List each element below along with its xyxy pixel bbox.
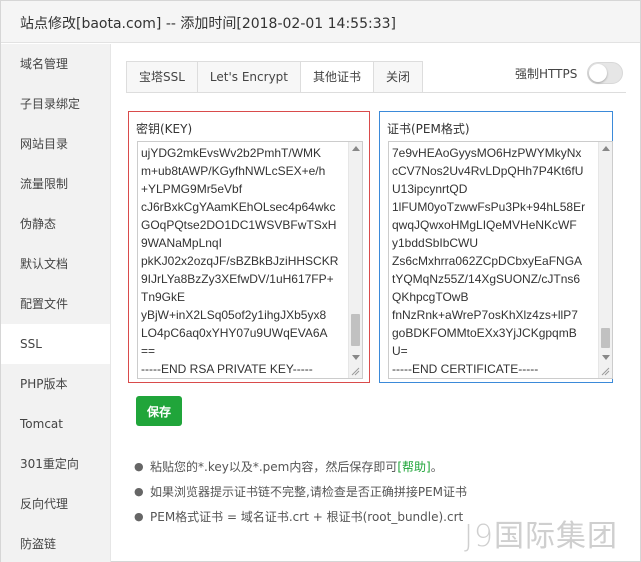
sidebar-item-php-version[interactable]: PHP版本 xyxy=(1,364,110,404)
tab-close[interactable]: 关闭 xyxy=(373,61,424,93)
textarea-line: cJ6rBxkCgYAamKEhOLsec4p64wkc xyxy=(141,200,336,214)
textarea-line: -----END CERTIFICATE----- xyxy=(392,362,539,376)
textarea-line: m+ub8tAWP/KGyfhNWLcSEX+e/h xyxy=(141,164,326,178)
cert-panel-label: 证书(PEM格式) xyxy=(387,122,470,136)
cert-textarea[interactable]: 7e9vHEAoGyysMO6HzPWYMkyNx cCV7Nos2Uv4RvLD… xyxy=(388,141,613,379)
tab-divider xyxy=(126,92,626,93)
bullet-icon: ● xyxy=(134,510,144,523)
scroll-thumb[interactable] xyxy=(601,328,610,348)
site-edit-dialog: 站点修改[baota.com] -- 添加时间[2018-02-01 14:55… xyxy=(0,0,641,562)
textarea-line: yBjW+inX2LSq05of2y1ihgJXb5yx8 xyxy=(141,308,327,322)
key-textarea[interactable]: ujYDG2mkEvsWv2b2PmhT/WMK m+ub8tAWP/KGyfhN… xyxy=(137,141,363,379)
sidebar-item-301-redirect[interactable]: 301重定向 xyxy=(1,444,110,484)
textarea-line: 1lFUM0yoTzwwFsPu3Pk+94hL58Er xyxy=(392,200,586,214)
cert-panel: 证书(PEM格式) 7e9vHEAoGyysMO6HzPWYMkyNx cCV7N… xyxy=(379,111,613,383)
tab-baota-ssl[interactable]: 宝塔SSL xyxy=(126,61,198,93)
sidebar-item-subdir-binding[interactable]: 子目录绑定 xyxy=(1,84,110,124)
resize-grip-icon[interactable] xyxy=(600,366,610,376)
key-scrollbar[interactable] xyxy=(348,142,362,378)
help-notes: ● 粘贴您的*.key以及*.pem内容，然后保存即可 [帮助]。 ● 如果浏览器… xyxy=(134,459,467,534)
textarea-line: goBDKFOMMtoEXx3YjJCKgpqmB xyxy=(392,326,577,340)
ssl-main-panel: 宝塔SSL Let's Encrypt 其他证书 关闭 强制HTTPS 密钥(K… xyxy=(112,44,640,562)
force-https-toggle[interactable] xyxy=(587,62,624,84)
note-pem-format: ● PEM格式证书 = 域名证书.crt + 根证书(root_bundle).… xyxy=(134,509,467,534)
textarea-line: U13ipcynrtQD xyxy=(392,182,468,196)
save-button[interactable]: 保存 xyxy=(136,396,182,426)
force-https-control: 强制HTTPS xyxy=(515,62,624,84)
note-pem-format-text: PEM格式证书 = 域名证书.crt + 根证书(root_bundle).cr… xyxy=(150,510,464,524)
textarea-line: U= xyxy=(392,344,408,358)
key-panel: 密钥(KEY) ujYDG2mkEvsWv2b2PmhT/WMK m+ub8tAW… xyxy=(128,111,370,383)
textarea-line: +YLPMG9Mr5eVbf xyxy=(141,182,243,196)
tab-lets-encrypt[interactable]: Let's Encrypt xyxy=(196,61,301,93)
note-paste: ● 粘贴您的*.key以及*.pem内容，然后保存即可 [帮助]。 xyxy=(134,459,467,484)
ssl-tabs: 宝塔SSL Let's Encrypt 其他证书 关闭 xyxy=(126,61,424,93)
textarea-line: ujYDG2mkEvsWv2b2PmhT/WMK xyxy=(141,146,322,160)
textarea-line: GOqPQtse2DO1DC1WSVBFwTSxH xyxy=(141,218,337,232)
cert-scrollbar[interactable] xyxy=(598,142,612,378)
note-chain: ● 如果浏览器提示证书链不完整,请检查是否正确拼接PEM证书 xyxy=(134,484,467,509)
sidebar-item-reverse-proxy[interactable]: 反向代理 xyxy=(1,484,110,524)
toggle-knob xyxy=(589,64,608,82)
scroll-up-arrow-icon[interactable] xyxy=(352,146,360,151)
note-chain-text: 如果浏览器提示证书链不完整,请检查是否正确拼接PEM证书 xyxy=(150,485,467,499)
textarea-line: tYQMqNz55Z/14XgSUONZ/cJTns6 xyxy=(392,272,581,286)
bullet-icon: ● xyxy=(134,485,144,498)
dialog-title: 站点修改[baota.com] -- 添加时间[2018-02-01 14:55… xyxy=(20,16,396,32)
watermark: J9国际集团 xyxy=(464,519,618,554)
sidebar-item-tomcat[interactable]: Tomcat xyxy=(1,404,110,444)
dialog-titlebar: 站点修改[baota.com] -- 添加时间[2018-02-01 14:55… xyxy=(1,1,640,43)
textarea-line: QKhpcgTOwB xyxy=(392,290,469,304)
textarea-line: 9WANaMpLnqI xyxy=(141,236,222,250)
sidebar-item-domain[interactable]: 域名管理 xyxy=(1,44,110,84)
textarea-line: Zs6cMxhrra062ZCpDCbxyEaFNGA xyxy=(392,254,583,268)
scroll-down-arrow-icon[interactable] xyxy=(602,355,610,360)
force-https-label: 强制HTTPS xyxy=(515,66,578,81)
scroll-thumb[interactable] xyxy=(351,314,360,346)
textarea-line: fnNzRnk+aWreP7osKhXlz4zs+llP7 xyxy=(392,308,578,322)
key-panel-label: 密钥(KEY) xyxy=(136,122,193,136)
textarea-line: qwqJQwxoHMgLIQeMVHeNKcWF xyxy=(392,218,577,232)
textarea-line: y1bddSbIbCWU xyxy=(392,236,479,250)
sidebar-item-config-file[interactable]: 配置文件 xyxy=(1,284,110,324)
textarea-line: Tn9GkE xyxy=(141,290,186,304)
resize-grip-icon[interactable] xyxy=(350,366,360,376)
bullet-icon: ● xyxy=(134,460,144,473)
sidebar-item-site-directory[interactable]: 网站目录 xyxy=(1,124,110,164)
key-textarea-content: ujYDG2mkEvsWv2b2PmhT/WMK m+ub8tAWP/KGyfhN… xyxy=(141,144,338,378)
textarea-line: == xyxy=(141,344,156,358)
sidebar-item-hotlink-protection[interactable]: 防盗链 xyxy=(1,524,110,562)
scroll-down-arrow-icon[interactable] xyxy=(352,355,360,360)
textarea-line: 7e9vHEAoGyysMO6HzPWYMkyNx xyxy=(392,146,582,160)
textarea-line: -----END RSA PRIVATE KEY----- xyxy=(141,362,313,376)
tab-other-cert[interactable]: 其他证书 xyxy=(300,61,375,93)
sidebar: 域名管理 子目录绑定 网站目录 流量限制 伪静态 默认文档 配置文件 SSL P… xyxy=(1,44,111,562)
sidebar-item-ssl[interactable]: SSL xyxy=(1,324,110,364)
sidebar-item-traffic-limit[interactable]: 流量限制 xyxy=(1,164,110,204)
textarea-line: LO4pC6aq0xYHY07u9UWqEVA6A xyxy=(141,326,328,340)
textarea-line: pkKJ02x2ozqJF/sBZBkBJziHHSCKR xyxy=(141,254,339,268)
note-paste-text: 粘贴您的*.key以及*.pem内容，然后保存即可 xyxy=(150,460,398,474)
note-paste-suffix: 。 xyxy=(430,460,443,474)
sidebar-item-rewrite[interactable]: 伪静态 xyxy=(1,204,110,244)
textarea-line: cCV7Nos2Uv4RvLDpQHh7P4Kt6fU xyxy=(392,164,584,178)
textarea-line: 9IJrLYa8BzZy3XEfwDV/1uH617FP+ xyxy=(141,272,334,286)
scroll-up-arrow-icon[interactable] xyxy=(602,146,610,151)
cert-textarea-content: 7e9vHEAoGyysMO6HzPWYMkyNx cCV7Nos2Uv4RvLD… xyxy=(392,144,585,378)
sidebar-item-default-doc[interactable]: 默认文档 xyxy=(1,244,110,284)
help-link[interactable]: [帮助] xyxy=(397,459,430,484)
